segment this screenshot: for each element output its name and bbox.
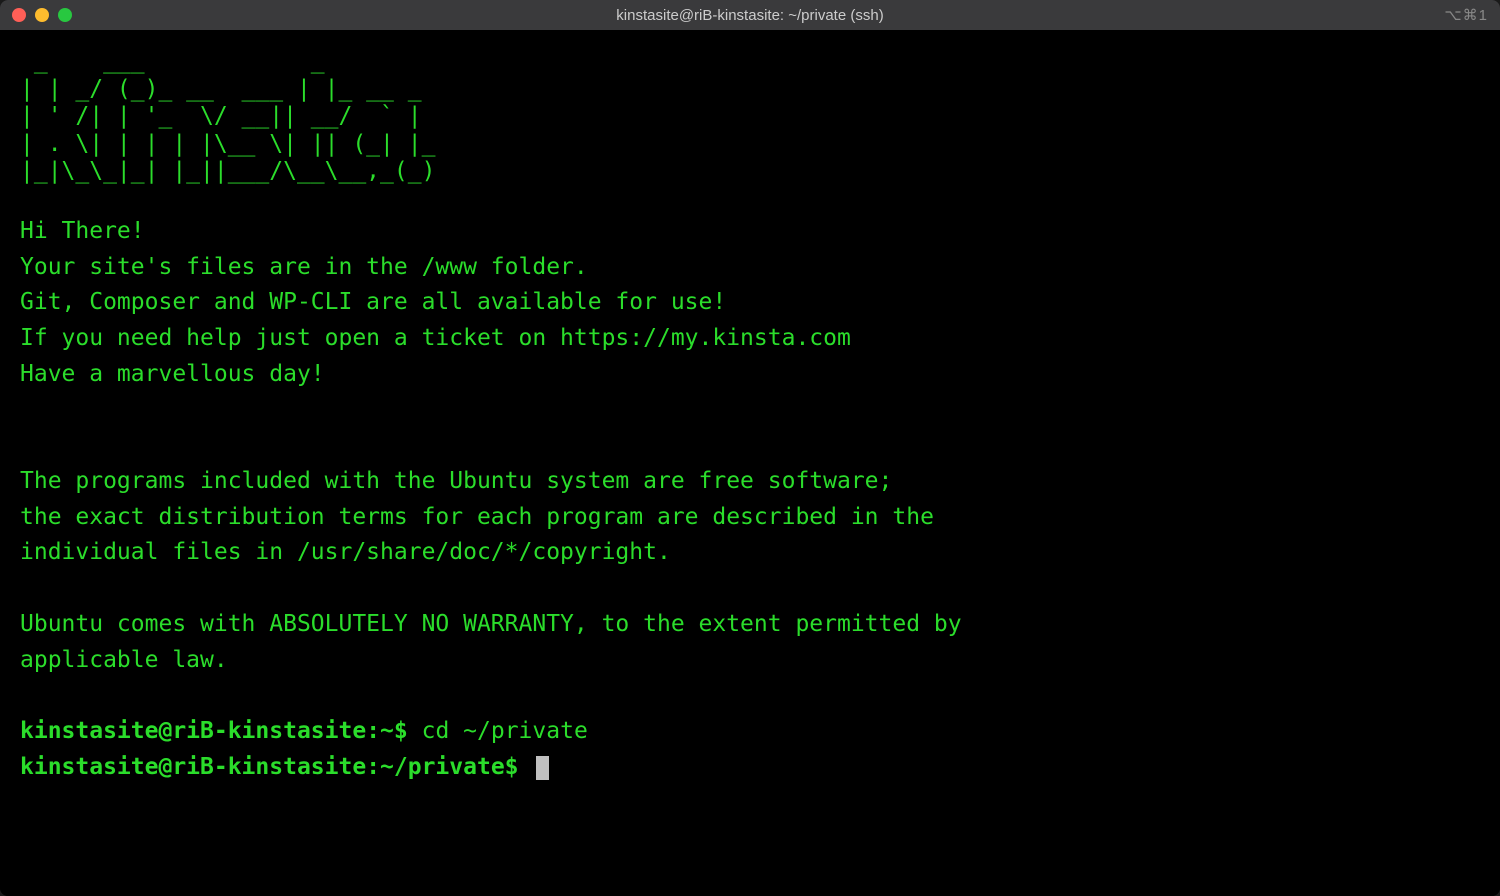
prompt-separator: : (366, 718, 380, 744)
legal-line: individual files in /usr/share/doc/*/cop… (20, 535, 1480, 571)
motd-line: Git, Composer and WP-CLI are all availab… (20, 285, 1480, 321)
prompt-sigil: $ (505, 754, 519, 780)
ascii-art-banner: _ ___ _ | | _/ (_)_ __ ___ | |_ __ _ | '… (20, 48, 1480, 186)
shortcut-hint: ⌥⌘1 (1444, 6, 1488, 24)
prompt-path: ~/private (380, 754, 505, 780)
traffic-lights (12, 8, 72, 22)
command-text: cd ~/private (422, 718, 588, 744)
prompt-line: kinstasite@riB-kinstasite:~$ cd ~/privat… (20, 714, 1480, 750)
motd-line: Have a marvellous day! (20, 357, 1480, 393)
motd-line: Hi There! (20, 214, 1480, 250)
prompt-sigil: $ (394, 718, 408, 744)
prompt-line: kinstasite@riB-kinstasite:~/private$ (20, 750, 1480, 786)
motd-line: If you need help just open a ticket on h… (20, 321, 1480, 357)
terminal-window: kinstasite@riB-kinstasite: ~/private (ss… (0, 0, 1500, 896)
maximize-button[interactable] (58, 8, 72, 22)
titlebar: kinstasite@riB-kinstasite: ~/private (ss… (0, 0, 1500, 30)
warranty-line: Ubuntu comes with ABSOLUTELY NO WARRANTY… (20, 607, 1480, 643)
prompt-separator: : (366, 754, 380, 780)
terminal-body[interactable]: _ ___ _ | | _/ (_)_ __ ___ | |_ __ _ | '… (0, 30, 1500, 896)
legal-line: The programs included with the Ubuntu sy… (20, 464, 1480, 500)
prompt-user-host: kinstasite@riB-kinstasite (20, 754, 366, 780)
blank-line (20, 428, 1480, 464)
blank-line (20, 392, 1480, 428)
blank-line (20, 678, 1480, 714)
close-button[interactable] (12, 8, 26, 22)
prompt-user-host: kinstasite@riB-kinstasite (20, 718, 366, 744)
blank-line (20, 571, 1480, 607)
prompt-path: ~ (380, 718, 394, 744)
motd-line: Your site's files are in the /www folder… (20, 250, 1480, 286)
cursor-block (536, 756, 549, 780)
legal-line: the exact distribution terms for each pr… (20, 500, 1480, 536)
minimize-button[interactable] (35, 8, 49, 22)
window-title: kinstasite@riB-kinstasite: ~/private (ss… (616, 7, 883, 24)
warranty-line: applicable law. (20, 643, 1480, 679)
